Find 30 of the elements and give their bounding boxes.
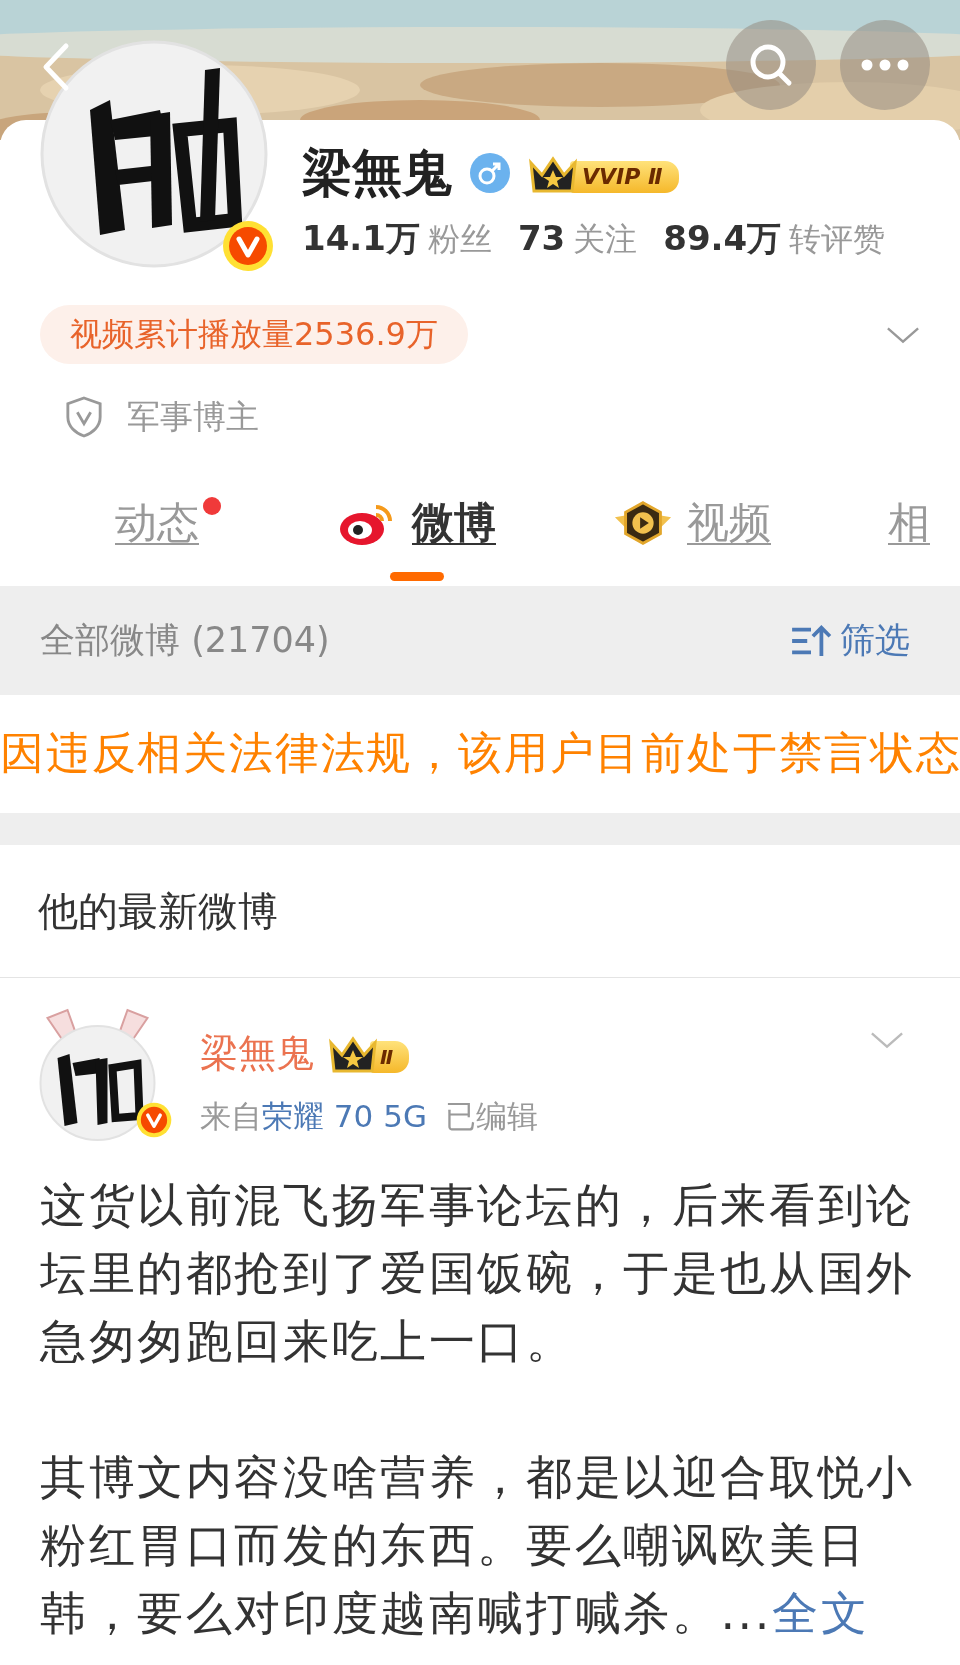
crown-icon: [328, 1035, 378, 1075]
filter-icon: [790, 623, 832, 658]
video-plays-badge[interactable]: 视频累计播放量2536.9万: [40, 305, 468, 364]
filter-button[interactable]: 筛选: [790, 617, 920, 664]
verified-icon: [136, 1102, 172, 1138]
post-text: 这货以前混飞扬军事论坛的，后来看到论坛里的都抢到了爱国饭碗，于是也从国外急匆匆跑回来吃上一口。: [40, 1177, 916, 1370]
user-name: 梁無鬼: [302, 142, 452, 204]
post-count: 全部微博 (21704): [40, 619, 330, 662]
chevron-down-icon[interactable]: [870, 1030, 904, 1050]
stat-button[interactable]: 89.4万 转评赞: [663, 216, 886, 262]
vip-badge: VVIP Ⅱ: [570, 161, 679, 193]
source-label: 来自: [200, 1097, 262, 1136]
full-text-link[interactable]: 全文: [772, 1586, 870, 1640]
tab[interactable]: 相: [888, 497, 930, 549]
male-icon: [470, 153, 510, 193]
author-name[interactable]: 梁無鬼: [200, 1027, 314, 1079]
stat-button[interactable]: 73 关注: [517, 218, 638, 262]
device-link[interactable]: 荣耀 70 5G: [262, 1096, 427, 1138]
tab[interactable]: 视频: [613, 497, 771, 549]
stat-button[interactable]: 14.1万 粉丝: [302, 216, 492, 262]
post-text: 其博文内容没啥营养，都是以迎合取悦小粉红胃口而发的东西。要么嘲讽欧美日韩，要么对印度越南喊打喊杀。...全文: [40, 1449, 916, 1642]
category-label: 军事博主: [127, 395, 259, 438]
tab[interactable]: 动态: [115, 497, 221, 549]
crown-icon: [528, 155, 578, 195]
tab[interactable]: 微博: [338, 497, 496, 549]
section-title: 他的最新微博: [0, 845, 960, 978]
edited-label: 已编辑: [444, 1097, 538, 1136]
verified-icon: [222, 220, 274, 272]
video-play-icon: [613, 499, 673, 547]
shield-icon: [65, 396, 103, 438]
